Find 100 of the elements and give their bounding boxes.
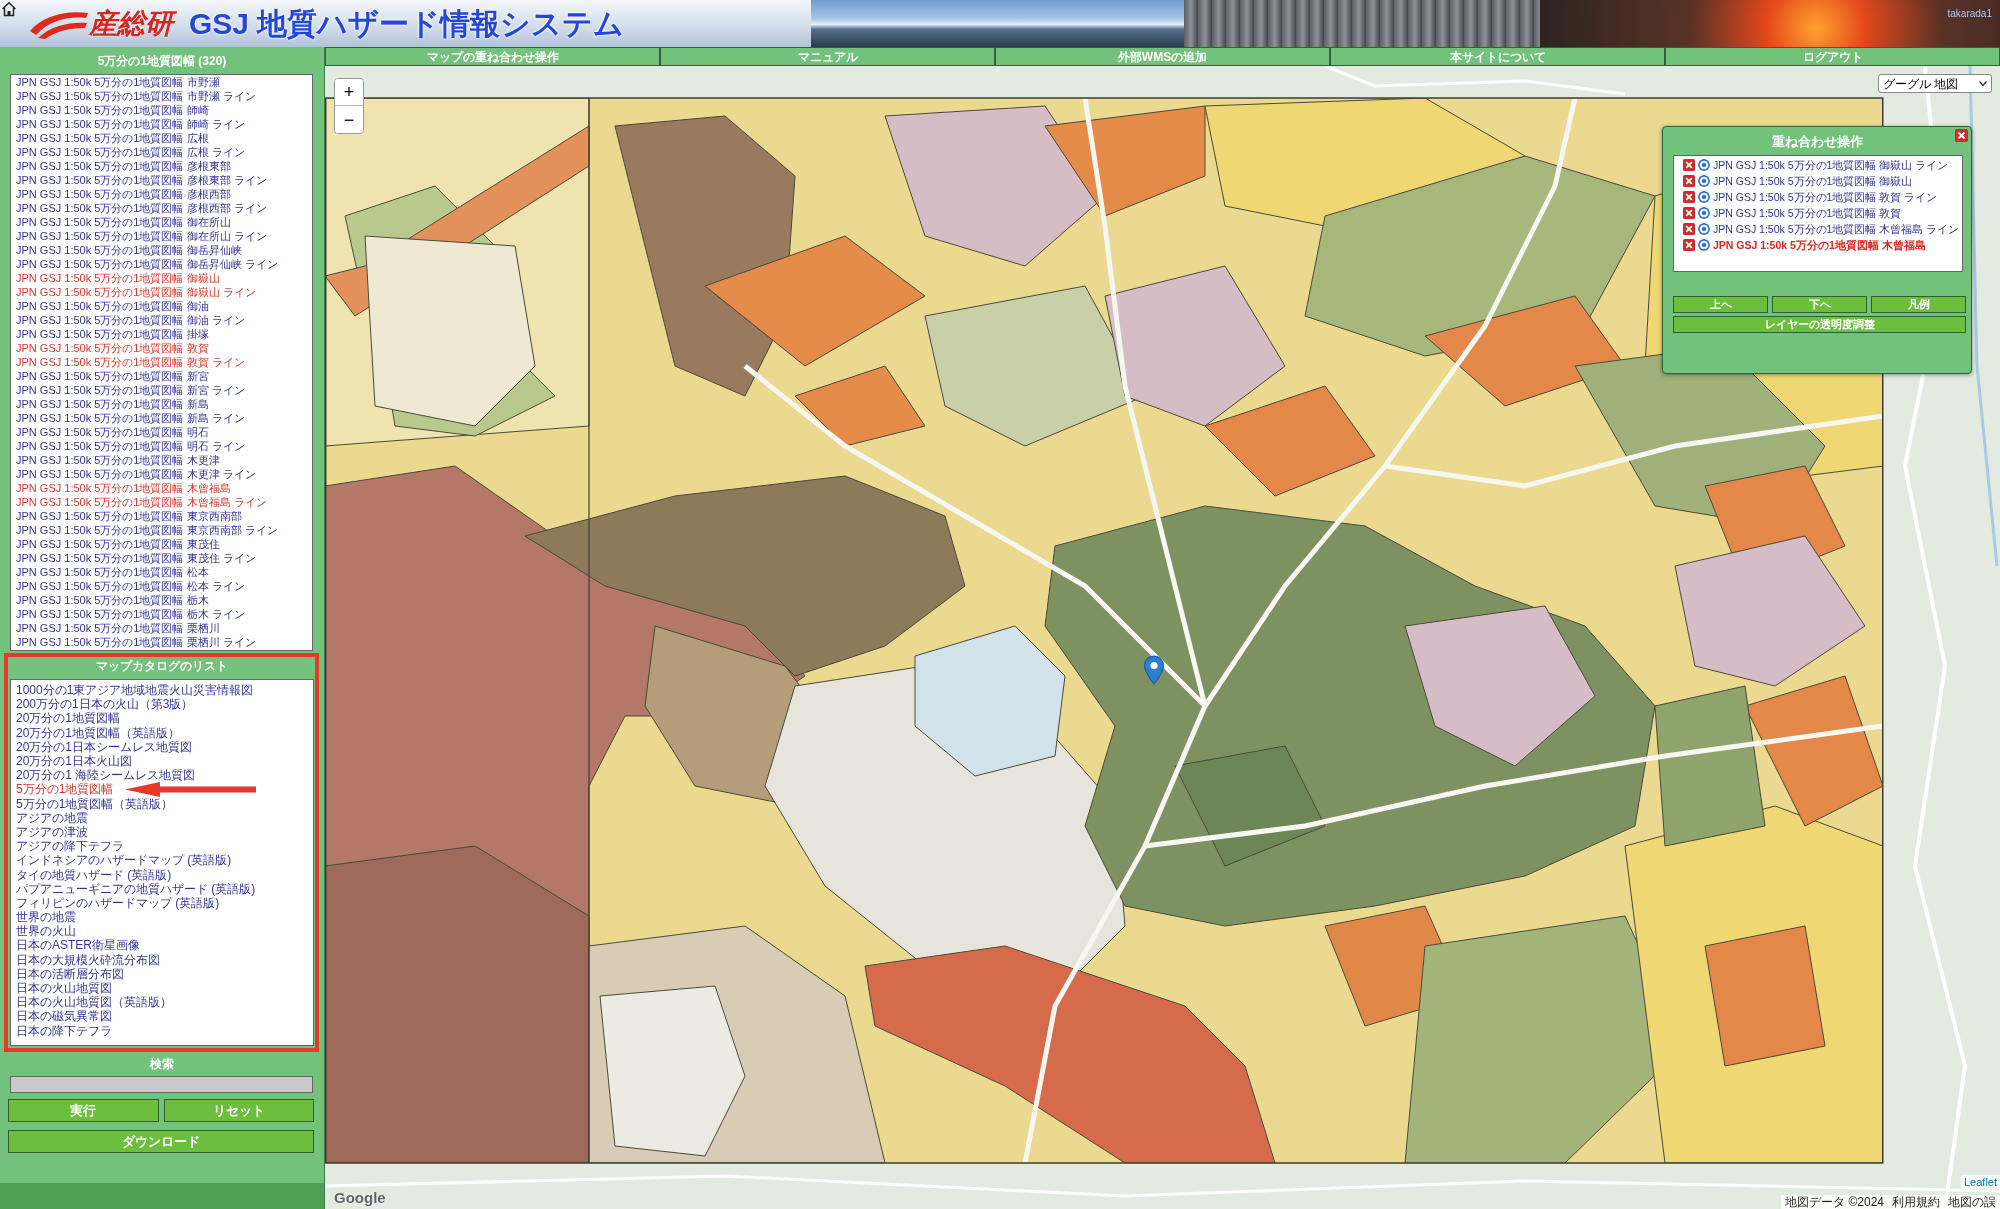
username-label: takarada1 <box>1947 9 1992 19</box>
layer-name[interactable]: JPN GSJ 1:50k 5万分の1地質図幅 木曾福島 ライン <box>1713 223 1960 235</box>
x-icon[interactable] <box>1683 223 1695 235</box>
target-icon[interactable] <box>1698 207 1710 219</box>
layer-list-item[interactable]: JPN GSJ 1:50k 5万分の1地質図幅 彦根東部 <box>16 160 231 172</box>
layer-list-item[interactable]: JPN GSJ 1:50k 5万分の1地質図幅 御岳昇仙峡 ライン <box>16 258 278 270</box>
zoom-in-button[interactable]: + <box>335 79 363 106</box>
layer-list-item[interactable]: JPN GSJ 1:50k 5万分の1地質図幅 御油 ライン <box>16 314 245 326</box>
catalog-list-item[interactable]: 5万分の1地質図幅 <box>16 783 114 796</box>
layer-list-item[interactable]: JPN GSJ 1:50k 5万分の1地質図幅 松本 ライン <box>16 580 245 592</box>
site-title: GSJ 地質ハザード情報システム <box>189 8 625 39</box>
layer-list-item[interactable]: JPN GSJ 1:50k 5万分の1地質図幅 彦根東部 ライン <box>16 174 267 186</box>
catalog-list-item[interactable]: 20万分の1 海陸シームレス地質図 <box>16 769 196 782</box>
section-title: 5万分の1地質図幅 (320) <box>97 54 227 67</box>
layer-list-item[interactable]: JPN GSJ 1:50k 5万分の1地質図幅 広根 <box>16 132 209 144</box>
target-icon[interactable] <box>1698 191 1710 203</box>
google-logo: Google <box>334 1190 386 1205</box>
layer-list-item[interactable]: JPN GSJ 1:50k 5万分の1地質図幅 栗栖川 ライン <box>16 636 256 648</box>
catalog-list-item[interactable]: 20万分の1地質図幅（英語版） <box>16 726 181 739</box>
layer-list-item[interactable]: JPN GSJ 1:50k 5万分の1地質図幅 栃木 ライン <box>16 608 245 620</box>
layer-list-item[interactable]: JPN GSJ 1:50k 5万分の1地質図幅 木更津 ライン <box>16 468 256 480</box>
catalog-list-item[interactable]: 5万分の1地質図幅（英語版） <box>16 797 174 810</box>
layer-list-item[interactable]: JPN GSJ 1:50k 5万分の1地質図幅 木曾福島 <box>16 482 231 494</box>
map-pin-icon[interactable] <box>1144 655 1164 685</box>
layer-list-item[interactable]: JPN GSJ 1:50k 5万分の1地質図幅 御在所山 ライン <box>16 230 267 242</box>
catalog-list-item[interactable]: 日本の大規模火砕流分布図 <box>16 953 160 966</box>
layer-name[interactable]: JPN GSJ 1:50k 5万分の1地質図幅 御嶽山 ライン <box>1713 159 1949 171</box>
catalog-list-item[interactable]: 20万分の1日本火山図 <box>16 755 133 768</box>
layer-list-item[interactable]: JPN GSJ 1:50k 5万分の1地質図幅 彦根西部 ライン <box>16 202 267 214</box>
terms-link[interactable]: 利用規約 <box>1892 1196 1940 1208</box>
map-type-select[interactable]: グーグル 地図 <box>1878 74 1992 93</box>
catalog-list-item[interactable]: フィリピンのハザードマップ (英語版) <box>16 896 220 909</box>
layer-list-item[interactable]: JPN GSJ 1:50k 5万分の1地質図幅 新宮 <box>16 370 209 382</box>
layer-list-item[interactable]: JPN GSJ 1:50k 5万分の1地質図幅 広根 ライン <box>16 146 245 158</box>
catalog-list-item[interactable]: 20万分の1地質図幅 <box>16 712 121 725</box>
target-icon[interactable] <box>1698 175 1710 187</box>
layer-list-item[interactable]: JPN GSJ 1:50k 5万分の1地質図幅 明石 ライン <box>16 440 245 452</box>
catalog-list-item[interactable]: 日本の火山地質図（英語版） <box>16 996 172 1009</box>
layer-list-item[interactable]: JPN GSJ 1:50k 5万分の1地質図幅 御嶽山 <box>16 272 220 284</box>
section-title: 検索 <box>150 1058 174 1070</box>
layer-list-item[interactable]: JPN GSJ 1:50k 5万分の1地質図幅 御油 <box>16 300 209 312</box>
layer-list-item[interactable]: JPN GSJ 1:50k 5万分の1地質図幅 東京西南部 ライン <box>16 524 278 536</box>
catalog-list-item[interactable]: インドネシアのハザードマップ (英語版) <box>16 854 232 867</box>
catalog-list-item[interactable]: 1000分の1東アジア地域地震火山災害情報図 <box>16 684 254 697</box>
catalog-list-item[interactable]: 日本の磁気異常図 <box>16 1010 112 1023</box>
layer-name[interactable]: JPN GSJ 1:50k 5万分の1地質図幅 敦賀 ライン <box>1713 191 1938 203</box>
layer-name[interactable]: JPN GSJ 1:50k 5万分の1地質図幅 敦賀 <box>1713 207 1902 219</box>
layer-list-item[interactable]: JPN GSJ 1:50k 5万分の1地質図幅 市野瀬 <box>16 76 220 88</box>
layer-list-item[interactable]: JPN GSJ 1:50k 5万分の1地質図幅 木更津 <box>16 454 220 466</box>
layer-list-item[interactable]: JPN GSJ 1:50k 5万分の1地質図幅 新宮 ライン <box>16 384 245 396</box>
layer-list-item[interactable]: JPN GSJ 1:50k 5万分の1地質図幅 市野瀬 ライン <box>16 90 256 102</box>
home-icon[interactable] <box>1 1 17 17</box>
catalog-list-item[interactable]: アジアの降下テフラ <box>16 840 124 853</box>
x-icon[interactable] <box>1683 207 1695 219</box>
layer-name[interactable]: JPN GSJ 1:50k 5万分の1地質図幅 木曾福島 <box>1713 239 1926 251</box>
x-icon[interactable] <box>1683 191 1695 203</box>
search-field[interactable] <box>10 1076 313 1093</box>
layer-list-item[interactable]: JPN GSJ 1:50k 5万分の1地質図幅 敦賀 ライン <box>16 356 245 368</box>
catalog-list-item[interactable]: アジアの地震 <box>16 811 88 824</box>
layer-list-item[interactable]: JPN GSJ 1:50k 5万分の1地質図幅 松本 <box>16 566 209 578</box>
target-icon[interactable] <box>1698 239 1710 251</box>
layer-list-item[interactable]: JPN GSJ 1:50k 5万分の1地質図幅 御岳昇仙峡 <box>16 244 242 256</box>
geologic-map-drawing[interactable] <box>325 66 2000 1209</box>
catalog-list-item[interactable]: アジアの津波 <box>16 825 88 838</box>
layer-list-item[interactable]: JPN GSJ 1:50k 5万分の1地質図幅 東茂住 ライン <box>16 552 256 564</box>
layer-list-item[interactable]: JPN GSJ 1:50k 5万分の1地質図幅 御嶽山 ライン <box>16 286 256 298</box>
catalog-list-item[interactable]: タイの地質ハザード (英語版) <box>16 868 172 881</box>
caret-icon <box>1979 81 1987 86</box>
layer-list-item[interactable]: JPN GSJ 1:50k 5万分の1地質図幅 東茂住 <box>16 538 220 550</box>
catalog-list-item[interactable]: 日本の活断層分布図 <box>16 967 124 980</box>
layer-name[interactable]: JPN GSJ 1:50k 5万分の1地質図幅 御嶽山 <box>1713 175 1913 187</box>
catalog-list-item[interactable]: 日本の火山地質図 <box>16 982 112 995</box>
catalog-list-item[interactable]: 世界の地震 <box>16 911 76 924</box>
layer-list-item[interactable]: JPN GSJ 1:50k 5万分の1地質図幅 木曾福島 ライン <box>16 496 267 508</box>
layer-list-item[interactable]: JPN GSJ 1:50k 5万分の1地質図幅 東京西南部 <box>16 510 242 522</box>
layer-list-item[interactable]: JPN GSJ 1:50k 5万分の1地質図幅 新島 <box>16 398 209 410</box>
catalog-list-item[interactable]: 20万分の1日本シームレス地質図 <box>16 740 193 753</box>
layer-list-item[interactable]: JPN GSJ 1:50k 5万分の1地質図幅 栗栖川 <box>16 622 220 634</box>
x-icon[interactable] <box>1683 175 1695 187</box>
x-icon[interactable] <box>1683 239 1695 251</box>
layer-list-item[interactable]: JPN GSJ 1:50k 5万分の1地質図幅 御在所山 <box>16 216 231 228</box>
layer-list-item[interactable]: JPN GSJ 1:50k 5万分の1地質図幅 栃木 <box>16 594 209 606</box>
target-icon[interactable] <box>1698 223 1710 235</box>
layer-list-item[interactable]: JPN GSJ 1:50k 5万分の1地質図幅 敦賀 <box>16 342 209 354</box>
close-icon[interactable] <box>1955 129 1968 142</box>
layer-list-item[interactable]: JPN GSJ 1:50k 5万分の1地質図幅 新島 ライン <box>16 412 245 424</box>
catalog-list-item[interactable]: 世界の火山 <box>16 925 76 938</box>
layer-list-item[interactable]: JPN GSJ 1:50k 5万分の1地質図幅 師崎 <box>16 104 209 116</box>
catalog-list-item[interactable]: 200万分の1日本の火山（第3版） <box>16 698 194 711</box>
catalog-list-item[interactable]: 日本のASTER衛星画像 <box>16 939 140 952</box>
catalog-list-item[interactable]: パプアニューギニアの地質ハザード (英語版) <box>16 882 256 895</box>
layer-list-item[interactable]: JPN GSJ 1:50k 5万分の1地質図幅 明石 <box>16 426 209 438</box>
x-icon[interactable] <box>1683 159 1695 171</box>
leaflet-link[interactable]: Leaflet <box>1960 1175 2000 1189</box>
layer-list-item[interactable]: JPN GSJ 1:50k 5万分の1地質図幅 掛塚 <box>16 328 209 340</box>
layer-list-item[interactable]: JPN GSJ 1:50k 5万分の1地質図幅 師崎 ライン <box>16 118 245 130</box>
catalog-list-item[interactable]: 日本の降下テフラ <box>16 1024 112 1037</box>
layer-list-item[interactable]: JPN GSJ 1:50k 5万分の1地質図幅 彦根西部 <box>16 188 231 200</box>
map-error-link[interactable]: 地図の誤 <box>1948 1196 1996 1208</box>
target-icon[interactable] <box>1698 159 1710 171</box>
